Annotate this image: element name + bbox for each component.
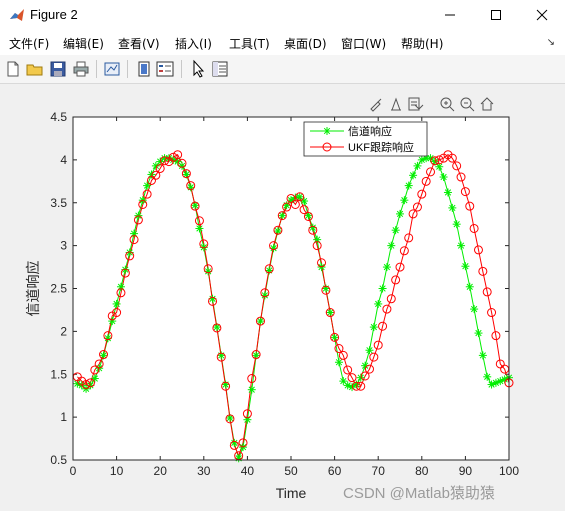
x-tick-label: 100	[499, 464, 519, 478]
data-point-asterisk	[387, 241, 396, 250]
x-tick-label: 20	[154, 464, 168, 478]
axes-background[interactable]	[73, 117, 509, 460]
y-tick-label: 3	[60, 239, 67, 253]
data-point-asterisk	[186, 183, 195, 192]
data-point-asterisk	[483, 372, 492, 381]
x-tick-label: 50	[284, 464, 298, 478]
x-tick-label: 70	[372, 464, 386, 478]
data-point-asterisk	[323, 127, 331, 135]
data-point-asterisk	[474, 329, 483, 338]
y-tick-label: 3.5	[50, 196, 67, 210]
chart-svg[interactable]: 0 10 20 30 40 50 60 70 80 90 100 0.5 1 1.5 2 2.5 3 3.5 4 4…	[0, 0, 565, 511]
data-point-asterisk	[457, 241, 466, 250]
data-point-asterisk	[470, 305, 479, 314]
y-tick-label: 4.5	[50, 110, 67, 124]
y-tick-label: 4	[60, 153, 67, 167]
legend-label: UKF跟踪响应	[348, 140, 414, 154]
y-tick-label: 0.5	[50, 453, 67, 467]
data-point-asterisk	[409, 171, 418, 180]
data-point-asterisk	[465, 282, 474, 291]
y-tick-label: 2.5	[50, 282, 67, 296]
data-point-asterisk	[413, 161, 422, 170]
data-point-asterisk	[378, 284, 387, 293]
x-tick-label: 10	[110, 464, 124, 478]
x-tick-labels: 0 10 20 30 40 50 60 70 80 90 100	[70, 464, 520, 478]
x-tick-label: 40	[241, 464, 255, 478]
y-tick-label: 1	[60, 410, 67, 424]
data-point-asterisk	[478, 351, 487, 360]
data-point-asterisk	[321, 284, 330, 293]
data-point-asterisk	[374, 299, 383, 308]
x-tick-label: 30	[197, 464, 211, 478]
watermark: CSDN @Matlab猿助猿	[343, 485, 495, 502]
data-point-asterisk	[391, 226, 400, 235]
y-tick-labels: 0.5 1 1.5 2 2.5 3 3.5 4 4.5	[50, 110, 67, 467]
x-tick-label: 90	[459, 464, 473, 478]
data-point-asterisk	[461, 262, 470, 271]
legend[interactable]: 信道响应 UKF跟踪响应	[303, 121, 428, 157]
y-tick-label: 1.5	[50, 367, 67, 381]
x-axis-label: Time	[276, 485, 307, 501]
legend-label: 信道响应	[348, 124, 392, 138]
x-tick-label: 80	[415, 464, 429, 478]
data-point-asterisk	[369, 323, 378, 332]
data-point-asterisk	[452, 220, 461, 229]
y-tick-label: 2	[60, 324, 67, 338]
data-point-asterisk	[300, 197, 309, 206]
x-tick-label: 0	[70, 464, 77, 478]
data-point-asterisk	[265, 266, 274, 275]
y-axis-label: 信道响应	[25, 261, 41, 317]
x-tick-label: 60	[328, 464, 342, 478]
data-point-asterisk	[448, 203, 457, 212]
data-point-asterisk	[382, 263, 391, 272]
